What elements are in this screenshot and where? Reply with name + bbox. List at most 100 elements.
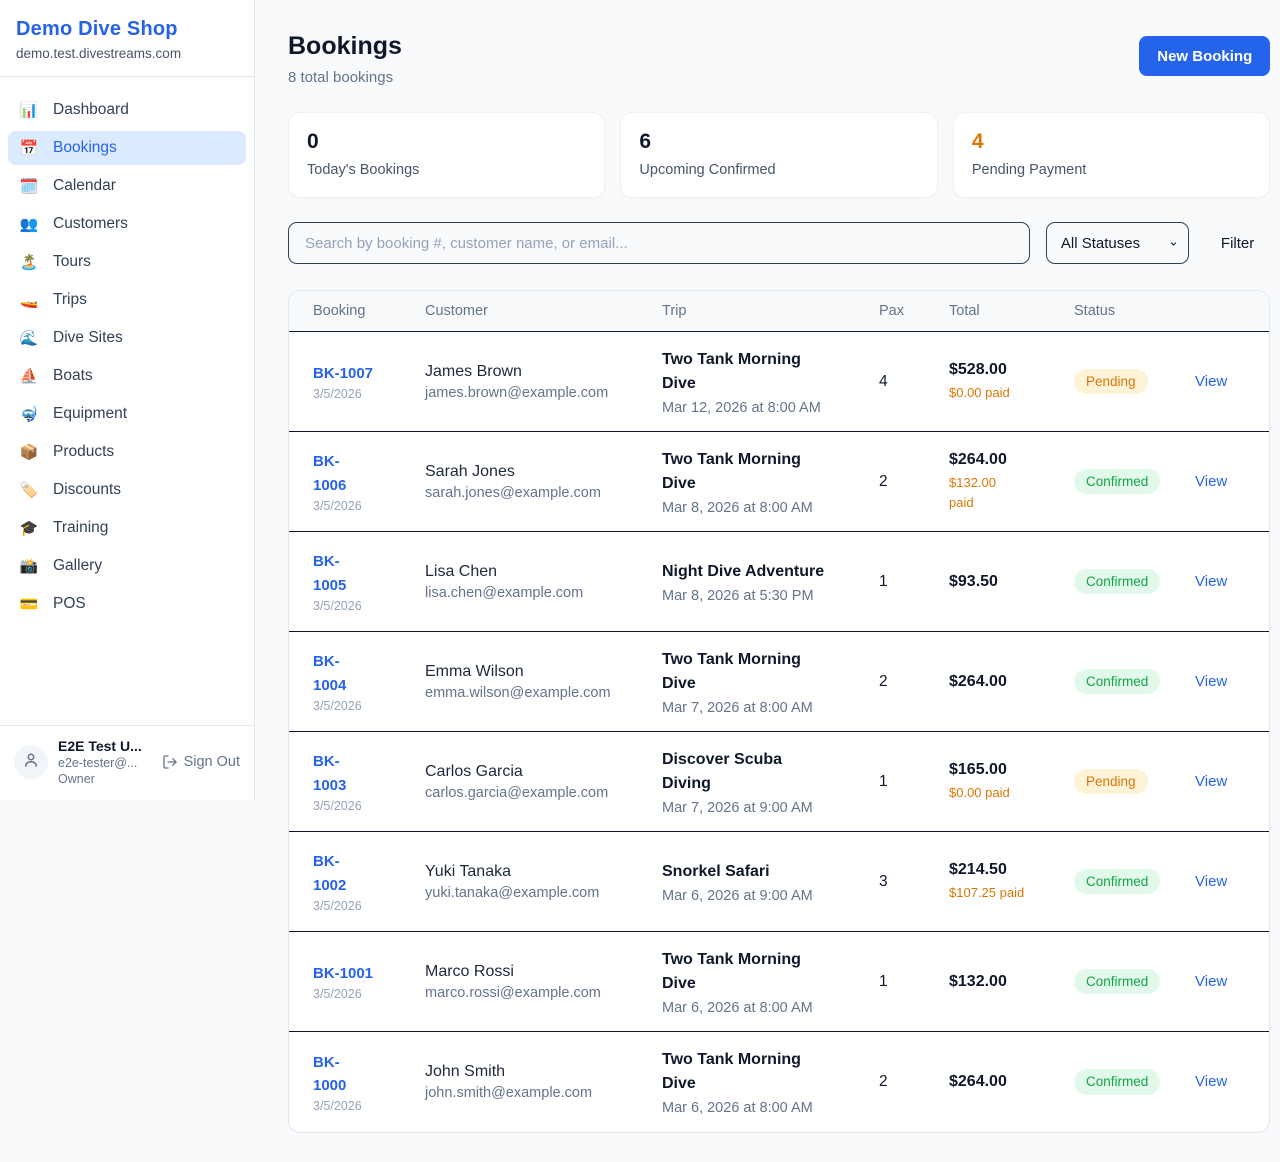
sidebar-item-boats[interactable]: ⛵ Boats [8,359,246,393]
sidebar-item-trips[interactable]: 🚤 Trips [8,283,246,317]
filter-button[interactable]: Filter [1205,235,1270,252]
trip-name: Two Tank Morning Dive [662,348,861,396]
sidebar-item-dashboard[interactable]: 📊 Dashboard [8,93,246,127]
customer-name: John Smith [425,1063,644,1081]
booking-date: 3/5/2026 [313,699,407,713]
sidebar-item-gallery[interactable]: 📸 Gallery [8,549,246,583]
customer-email: lisa.chen@example.com [425,585,644,601]
sidebar-item-customers[interactable]: 👥 Customers [8,207,246,241]
sidebar-item-label: Dive Sites [53,329,123,347]
sign-out-label: Sign Out [184,754,240,770]
pax-value: 1 [879,973,931,991]
customer-cell: James Brown james.brown@example.com [425,363,662,401]
table-body: BK-1007 3/5/2026 James Brown james.brown… [289,332,1269,1132]
booking-link[interactable]: BK-1001 [313,962,407,985]
sidebar-item-tours[interactable]: 🏝️ Tours [8,245,246,279]
table-row: BK-1001 3/5/2026 Marco Rossi marco.rossi… [289,932,1269,1032]
avatar [14,745,48,779]
sidebar-item-pos[interactable]: 💳 POS [8,587,246,621]
sidebar-item-equipment[interactable]: 🤿 Equipment [8,397,246,431]
view-link[interactable]: View [1195,873,1227,890]
sidebar-item-discounts[interactable]: 🏷️ Discounts [8,473,246,507]
sidebar-item-label: Tours [53,253,91,271]
customer-email: yuki.tanaka@example.com [425,885,644,901]
customer-email: john.smith@example.com [425,1085,644,1101]
booking-link[interactable]: BK- 1002 [313,850,407,897]
trip-name: Two Tank Morning Dive [662,948,861,996]
booking-cell: BK- 1005 3/5/2026 [313,550,425,613]
status-cell: Pending [1074,369,1195,395]
island-icon: 🏝️ [18,255,40,270]
sidebar-item-label: Equipment [53,405,127,423]
sidebar-item-label: Calendar [53,177,116,195]
booking-link[interactable]: BK- 1004 [313,650,407,697]
tag-icon: 🏷️ [18,483,40,498]
pax-value: 2 [879,673,931,691]
stat-card: 4 Pending Payment [953,112,1270,198]
view-link[interactable]: View [1195,473,1227,490]
sidebar-item-training[interactable]: 🎓 Training [8,511,246,545]
booking-link[interactable]: BK- 1000 [313,1051,407,1098]
customer-cell: Lisa Chen lisa.chen@example.com [425,563,662,601]
view-cell: View [1195,473,1245,491]
sidebar-item-bookings[interactable]: 📅 Bookings [8,131,246,165]
total-value: $214.50 [949,861,1056,879]
sign-out-button[interactable]: Sign Out [162,754,240,770]
bookings-table: BookingCustomerTripPaxTotalStatus BK-100… [288,290,1270,1133]
sidebar-footer: E2E Test U... e2e-tester@... Owner Sign … [0,725,254,800]
pax-cell: 4 [879,373,949,391]
table-row: BK- 1005 3/5/2026 Lisa Chen lisa.chen@ex… [289,532,1269,632]
sidebar-item-dive-sites[interactable]: 🌊 Dive Sites [8,321,246,355]
trip-name: Night Dive Adventure [662,560,861,584]
total-cell: $264.00 $132.00 paid [949,451,1074,512]
booking-date: 3/5/2026 [313,799,407,813]
new-booking-button[interactable]: New Booking [1139,36,1270,76]
stat-value: 4 [972,130,1251,154]
sidebar-item-products[interactable]: 📦 Products [8,435,246,469]
view-link[interactable]: View [1195,773,1227,790]
user-icon [22,751,40,774]
booking-link[interactable]: BK- 1003 [313,750,407,797]
trip-cell: Night Dive Adventure Mar 8, 2026 at 5:30… [662,560,879,604]
stat-card: 0 Today's Bookings [288,112,605,198]
total-value: $264.00 [949,451,1056,469]
view-cell: View [1195,773,1245,791]
view-link[interactable]: View [1195,1073,1227,1090]
view-cell: View [1195,373,1245,391]
trip-date: Mar 7, 2026 at 8:00 AM [662,700,861,716]
total-cell: $528.00 $0.00 paid [949,361,1074,403]
booking-link[interactable]: BK- 1006 [313,450,407,497]
trip-cell: Two Tank Morning Dive Mar 8, 2026 at 8:0… [662,448,879,516]
paid-value: $0.00 paid [949,383,1056,403]
pax-cell: 3 [879,873,949,891]
booking-date: 3/5/2026 [313,987,407,1001]
view-cell: View [1195,573,1245,591]
sidebar-item-calendar[interactable]: 🗓️ Calendar [8,169,246,203]
customer-name: Carlos Garcia [425,763,644,781]
view-link[interactable]: View [1195,973,1227,990]
spiral-calendar-icon: 🗓️ [18,179,40,194]
customer-email: emma.wilson@example.com [425,685,644,701]
booking-cell: BK- 1002 3/5/2026 [313,850,425,913]
view-link[interactable]: View [1195,573,1227,590]
search-input[interactable] [288,222,1030,264]
booking-date: 3/5/2026 [313,499,407,513]
view-link[interactable]: View [1195,373,1227,390]
booking-cell: BK-1007 3/5/2026 [313,362,425,401]
page-subtitle: 8 total bookings [288,69,402,86]
user-role: Owner [58,772,142,786]
camera-icon: 📸 [18,559,40,574]
booking-link[interactable]: BK- 1005 [313,550,407,597]
sidebar-item-label: Customers [53,215,128,233]
users-icon: 👥 [18,217,40,232]
total-value: $132.00 [949,973,1056,991]
customer-name: Yuki Tanaka [425,863,644,881]
sidebar-nav: 📊 Dashboard 📅 Bookings 🗓️ Calendar 👥 Cus… [0,77,254,725]
booking-link[interactable]: BK-1007 [313,362,407,385]
trip-name: Snorkel Safari [662,860,861,884]
page-header: Bookings 8 total bookings New Booking [288,32,1270,86]
table-row: BK- 1000 3/5/2026 John Smith john.smith@… [289,1032,1269,1132]
view-link[interactable]: View [1195,673,1227,690]
status-select[interactable]: All Statuses [1046,222,1189,264]
pax-cell: 2 [879,1073,949,1091]
